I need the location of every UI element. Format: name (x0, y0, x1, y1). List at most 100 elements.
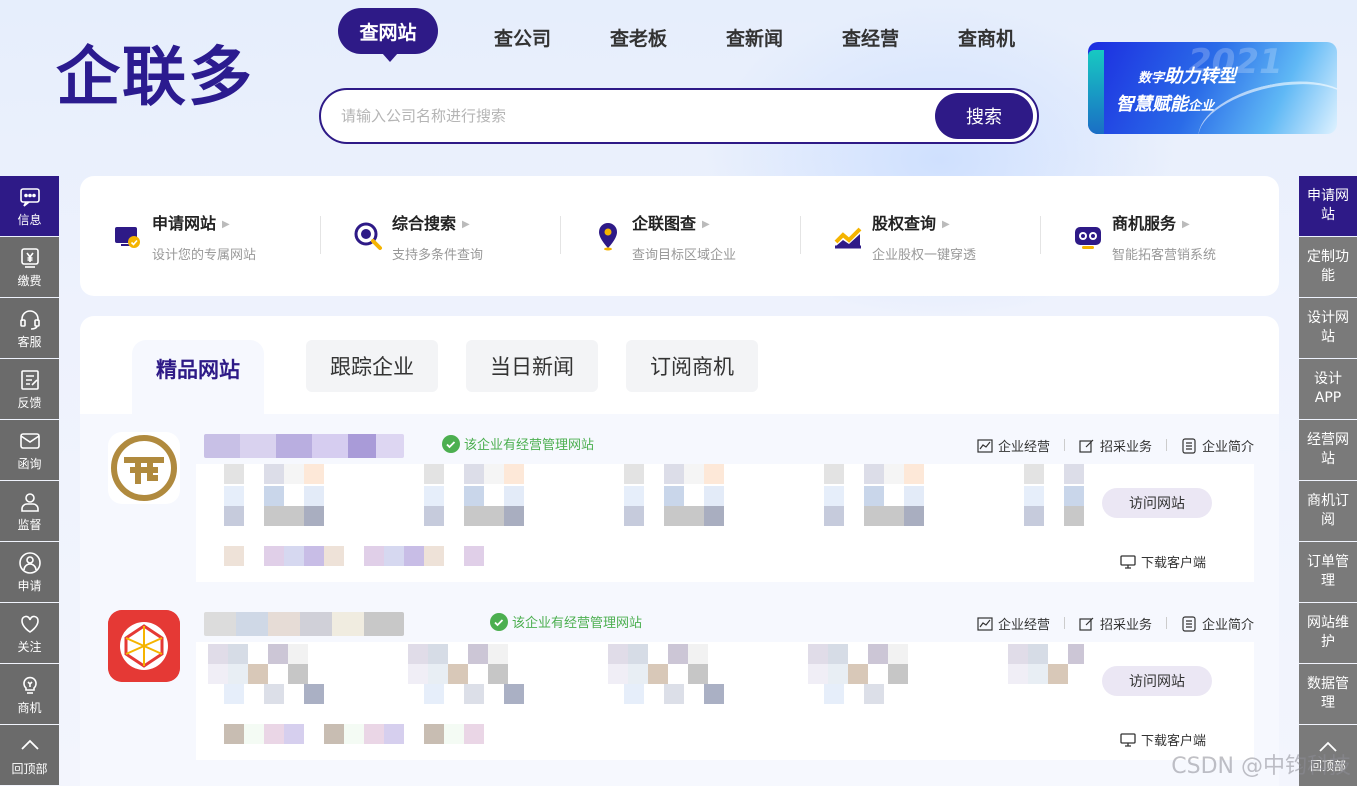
link-procurement[interactable]: 招采业务 (1079, 436, 1152, 455)
company-name-redacted[interactable] (204, 434, 404, 458)
company-logo[interactable] (108, 432, 180, 504)
sidebar-item-message[interactable]: 信息 (0, 176, 59, 236)
sidebar-item-follow[interactable]: 关注 (0, 603, 59, 663)
search-tab-business[interactable]: 查商机 (958, 24, 1015, 51)
location-pin-icon (599, 223, 617, 251)
divider (1040, 216, 1041, 254)
company-logo[interactable] (108, 610, 180, 682)
link-company-profile[interactable]: 企业简介 (1181, 436, 1254, 455)
service-title-text: 综合搜索 (392, 214, 457, 233)
search-icon (354, 222, 382, 250)
sidebar-item-support[interactable]: 客服 (0, 298, 59, 358)
sidebar-item-feedback[interactable]: 反馈 (0, 359, 59, 419)
service-apply-website[interactable]: 申请网站 ▶ 设计您的专属网站 (112, 210, 332, 266)
edit-icon (20, 370, 39, 390)
divider (560, 216, 561, 254)
edit-icon (1079, 617, 1094, 631)
arrow-right-icon: ▶ (222, 219, 230, 230)
redacted-row (208, 664, 1084, 684)
monitor-icon (1120, 554, 1136, 569)
sidebar-item-apply[interactable]: 申请 (0, 542, 59, 602)
sidebar-label: 信息 (17, 213, 42, 227)
website-apply-icon (115, 227, 140, 248)
tab-daily-news[interactable]: 当日新闻 (466, 340, 598, 392)
sidebar-item-inquiry[interactable]: 函询 (0, 420, 59, 480)
right-item-data[interactable]: 数据管理 (1299, 664, 1357, 724)
service-title: 申请网站 ▶ (152, 210, 230, 234)
trend-icon (977, 616, 993, 631)
link-text: 企业简介 (1201, 618, 1254, 633)
visit-website-button[interactable]: 访问网站 (1102, 488, 1212, 518)
right-item-design-app[interactable]: 设计APP (1299, 359, 1357, 419)
link-enterprise-operation[interactable]: 企业经营 (977, 436, 1050, 455)
right-sidebar: 申请网站 定制功能 设计网站 设计APP 经营网站 商机订阅 订单管理 网站维护… (1299, 176, 1357, 786)
arrow-right-icon: ▶ (942, 219, 950, 230)
company-item: 该企业有经营管理网站 企业经营 招采业务 企业简介 访问网站 下载客户端 (108, 596, 1254, 764)
monitor-icon (1120, 732, 1136, 747)
sidebar-item-opportunity[interactable]: 商机 (0, 664, 59, 724)
search-button[interactable]: 搜索 (935, 93, 1033, 139)
sidebar-item-supervise[interactable]: 监督 (0, 481, 59, 541)
user-icon (20, 493, 39, 512)
company-badge: 该企业有经营管理网站 (490, 612, 642, 631)
right-item-maintenance[interactable]: 网站维护 (1299, 603, 1357, 663)
search-tab-boss[interactable]: 查老板 (610, 24, 667, 51)
service-map-search[interactable]: 企联图查 ▶ 查询目标区域企业 (592, 210, 812, 266)
separator (1063, 439, 1065, 451)
badge-text: 该企业有经营管理网站 (464, 438, 595, 453)
search-input[interactable] (341, 104, 921, 128)
right-item-operate-website[interactable]: 经营网站 (1299, 420, 1357, 480)
visit-website-button[interactable]: 访问网站 (1102, 666, 1212, 696)
service-title: 商机服务 ▶ (1112, 210, 1190, 234)
company-links: 企业经营 招采业务 企业简介 (977, 614, 1254, 633)
tab-track-companies[interactable]: 跟踪企业 (306, 340, 438, 392)
service-business-opportunity[interactable]: 商机服务 ▶ 智能拓客营销系统 (1072, 210, 1292, 266)
search-tab-news[interactable]: 查新闻 (726, 24, 783, 51)
company-name-redacted[interactable] (204, 612, 404, 636)
banner-line-1a: 数字 (1138, 71, 1165, 86)
mail-icon (19, 433, 40, 449)
right-item-design-website[interactable]: 设计网站 (1299, 298, 1357, 358)
right-item-apply-website[interactable]: 申请网站 (1299, 176, 1357, 236)
search-tab-operation[interactable]: 查经营 (842, 24, 899, 51)
person-icon (18, 552, 41, 574)
service-equity-query[interactable]: 股权查询 ▶ 企业股权一键穿透 (832, 210, 1052, 266)
download-client-link[interactable]: 下载客户端 (1120, 730, 1206, 749)
redacted-row (224, 684, 884, 704)
banner-line-1b: 助力转型 (1164, 66, 1237, 87)
services-card: 申请网站 ▶ 设计您的专属网站 综合搜索 ▶ 支持多条件查询 企联图查 ▶ 查询目标区… (80, 176, 1279, 296)
redacted-row (224, 724, 484, 744)
link-text: 招采业务 (1099, 618, 1152, 633)
redacted-row (224, 486, 1084, 506)
tab-featured-websites[interactable]: 精品网站 (132, 340, 264, 414)
check-circle-icon (442, 434, 460, 453)
search-tab-company[interactable]: 查公司 (494, 24, 551, 51)
csdn-watermark: CSDN @中钧科技 (1171, 754, 1351, 779)
service-title-text: 企联图查 (632, 214, 697, 233)
separator (1165, 439, 1167, 451)
site-logo[interactable]: 企联多 (56, 40, 254, 116)
bulb-icon (22, 676, 37, 694)
divider (320, 216, 321, 254)
download-client-link[interactable]: 下载客户端 (1120, 552, 1206, 571)
link-enterprise-operation[interactable]: 企业经营 (977, 614, 1050, 633)
sidebar-label: 缴费 (17, 274, 42, 288)
sidebar-item-payment[interactable]: 缴费 (0, 237, 59, 297)
right-item-orders[interactable]: 订单管理 (1299, 542, 1357, 602)
sidebar-item-back-to-top[interactable]: 回顶部 (0, 725, 59, 785)
right-item-subscribe[interactable]: 商机订阅 (1299, 481, 1357, 541)
tab-subscribe-opportunities[interactable]: 订阅商机 (626, 340, 758, 392)
document-icon (1182, 437, 1196, 454)
link-procurement[interactable]: 招采业务 (1079, 614, 1152, 633)
check-circle-icon (490, 612, 508, 631)
promo-banner[interactable]: 2021 数字助力转型 智慧赋能企业 (1088, 42, 1337, 134)
right-item-custom-feature[interactable]: 定制功能 (1299, 237, 1357, 297)
company-logo-mark (110, 434, 178, 502)
service-subtitle: 支持多条件查询 (392, 248, 484, 263)
link-text: 企业简介 (1201, 440, 1254, 455)
link-company-profile[interactable]: 企业简介 (1181, 614, 1254, 633)
search-tab-website[interactable]: 查网站 (338, 8, 438, 62)
service-comprehensive-search[interactable]: 综合搜索 ▶ 支持多条件查询 (352, 210, 572, 266)
message-icon (19, 188, 40, 207)
sidebar-label: 商机 (17, 701, 42, 715)
